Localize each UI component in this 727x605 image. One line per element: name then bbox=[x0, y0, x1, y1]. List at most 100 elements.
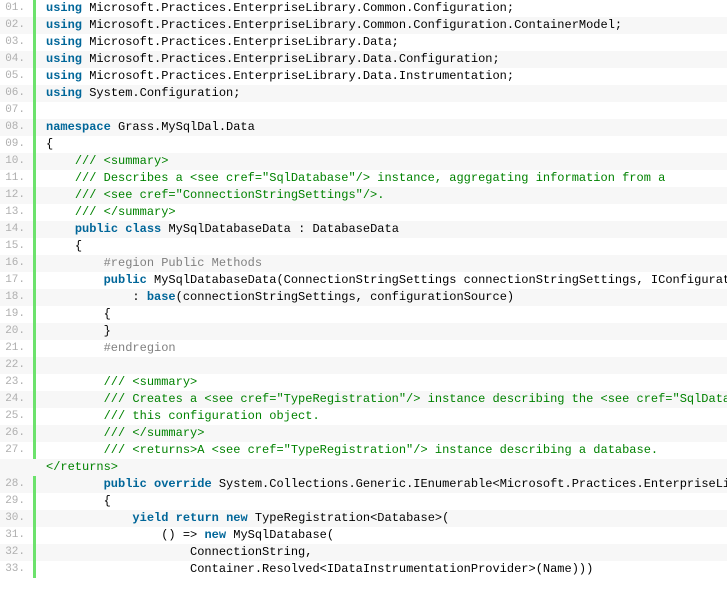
line-number: 30. bbox=[0, 510, 36, 527]
line-number: 17. bbox=[0, 272, 36, 289]
code-content[interactable]: public override System.Collections.Gener… bbox=[36, 476, 727, 493]
code-content[interactable]: </returns> bbox=[36, 459, 727, 476]
code-line: 31. () => new MySqlDatabase( bbox=[0, 527, 727, 544]
line-number: 18. bbox=[0, 289, 36, 306]
line-number: 13. bbox=[0, 204, 36, 221]
line-number: 04. bbox=[0, 51, 36, 68]
code-line: 15. { bbox=[0, 238, 727, 255]
code-line: </returns> bbox=[0, 459, 727, 476]
code-content[interactable]: using System.Configuration; bbox=[36, 85, 727, 102]
code-content[interactable]: { bbox=[36, 238, 727, 255]
code-line: 04.using Microsoft.Practices.EnterpriseL… bbox=[0, 51, 727, 68]
line-number: 31. bbox=[0, 527, 36, 544]
code-line: 20. } bbox=[0, 323, 727, 340]
code-content[interactable] bbox=[36, 102, 727, 119]
line-number: 10. bbox=[0, 153, 36, 170]
line-number: 12. bbox=[0, 187, 36, 204]
line-number: 07. bbox=[0, 102, 36, 119]
code-line: 24. /// Creates a <see cref="TypeRegistr… bbox=[0, 391, 727, 408]
line-number: 01. bbox=[0, 0, 36, 17]
code-content[interactable]: () => new MySqlDatabase( bbox=[36, 527, 727, 544]
code-line: 12. /// <see cref="ConnectionStringSetti… bbox=[0, 187, 727, 204]
code-line: 27. /// <returns>A <see cref="TypeRegist… bbox=[0, 442, 727, 459]
code-line: 02.using Microsoft.Practices.EnterpriseL… bbox=[0, 17, 727, 34]
line-number: 28. bbox=[0, 476, 36, 493]
line-number: 06. bbox=[0, 85, 36, 102]
code-content[interactable]: { bbox=[36, 493, 727, 510]
code-content[interactable]: { bbox=[36, 306, 727, 323]
line-number: 09. bbox=[0, 136, 36, 153]
line-number: 22. bbox=[0, 357, 36, 374]
code-line: 07. bbox=[0, 102, 727, 119]
code-line: 22. bbox=[0, 357, 727, 374]
line-number: 33. bbox=[0, 561, 36, 578]
code-content[interactable]: Container.Resolved<IDataInstrumentationP… bbox=[36, 561, 727, 578]
code-content[interactable]: /// Describes a <see cref="SqlDatabase"/… bbox=[36, 170, 727, 187]
code-block: 01.using Microsoft.Practices.EnterpriseL… bbox=[0, 0, 727, 578]
code-content[interactable]: /// this configuration object. bbox=[36, 408, 727, 425]
code-line: 17. public MySqlDatabaseData(ConnectionS… bbox=[0, 272, 727, 289]
code-content[interactable]: #endregion bbox=[36, 340, 727, 357]
code-line: 28. public override System.Collections.G… bbox=[0, 476, 727, 493]
code-content[interactable]: /// <see cref="ConnectionStringSettings"… bbox=[36, 187, 727, 204]
code-line: 25. /// this configuration object. bbox=[0, 408, 727, 425]
code-line: 29. { bbox=[0, 493, 727, 510]
code-line: 03.using Microsoft.Practices.EnterpriseL… bbox=[0, 34, 727, 51]
code-content[interactable]: /// Creates a <see cref="TypeRegistratio… bbox=[36, 391, 727, 408]
code-line: 10. /// <summary> bbox=[0, 153, 727, 170]
code-content[interactable] bbox=[36, 357, 727, 374]
line-number: 05. bbox=[0, 68, 36, 85]
line-number: 15. bbox=[0, 238, 36, 255]
line-number bbox=[0, 459, 36, 476]
line-number: 27. bbox=[0, 442, 36, 459]
code-content[interactable]: using Microsoft.Practices.EnterpriseLibr… bbox=[36, 0, 727, 17]
code-content[interactable]: using Microsoft.Practices.EnterpriseLibr… bbox=[36, 51, 727, 68]
code-content[interactable]: /// <returns>A <see cref="TypeRegistrati… bbox=[36, 442, 727, 459]
code-content[interactable]: using Microsoft.Practices.EnterpriseLibr… bbox=[36, 68, 727, 85]
line-number: 03. bbox=[0, 34, 36, 51]
code-line: 05.using Microsoft.Practices.EnterpriseL… bbox=[0, 68, 727, 85]
line-number: 23. bbox=[0, 374, 36, 391]
code-line: 13. /// </summary> bbox=[0, 204, 727, 221]
line-number: 08. bbox=[0, 119, 36, 136]
line-number: 29. bbox=[0, 493, 36, 510]
line-number: 24. bbox=[0, 391, 36, 408]
code-content[interactable]: /// </summary> bbox=[36, 204, 727, 221]
line-number: 25. bbox=[0, 408, 36, 425]
code-content[interactable]: public class MySqlDatabaseData : Databas… bbox=[36, 221, 727, 238]
code-line: 32. ConnectionString, bbox=[0, 544, 727, 561]
line-number: 02. bbox=[0, 17, 36, 34]
code-line: 09.{ bbox=[0, 136, 727, 153]
code-line: 08.namespace Grass.MySqlDal.Data bbox=[0, 119, 727, 136]
code-content[interactable]: { bbox=[36, 136, 727, 153]
line-number: 21. bbox=[0, 340, 36, 357]
code-line: 11. /// Describes a <see cref="SqlDataba… bbox=[0, 170, 727, 187]
code-content[interactable]: /// <summary> bbox=[36, 374, 727, 391]
code-line: 18. : base(connectionStringSettings, con… bbox=[0, 289, 727, 306]
code-content[interactable]: /// <summary> bbox=[36, 153, 727, 170]
code-line: 33. Container.Resolved<IDataInstrumentat… bbox=[0, 561, 727, 578]
code-line: 06.using System.Configuration; bbox=[0, 85, 727, 102]
code-content[interactable]: using Microsoft.Practices.EnterpriseLibr… bbox=[36, 34, 727, 51]
code-content[interactable]: public MySqlDatabaseData(ConnectionStrin… bbox=[36, 272, 727, 289]
line-number: 20. bbox=[0, 323, 36, 340]
code-content[interactable]: } bbox=[36, 323, 727, 340]
code-line: 14. public class MySqlDatabaseData : Dat… bbox=[0, 221, 727, 238]
code-content[interactable]: /// </summary> bbox=[36, 425, 727, 442]
line-number: 11. bbox=[0, 170, 36, 187]
code-line: 21. #endregion bbox=[0, 340, 727, 357]
code-content[interactable]: ConnectionString, bbox=[36, 544, 727, 561]
code-content[interactable]: namespace Grass.MySqlDal.Data bbox=[36, 119, 727, 136]
code-line: 26. /// </summary> bbox=[0, 425, 727, 442]
code-content[interactable]: using Microsoft.Practices.EnterpriseLibr… bbox=[36, 17, 727, 34]
code-line: 23. /// <summary> bbox=[0, 374, 727, 391]
line-number: 19. bbox=[0, 306, 36, 323]
code-content[interactable]: : base(connectionStringSettings, configu… bbox=[36, 289, 727, 306]
code-content[interactable]: yield return new TypeRegistration<Databa… bbox=[36, 510, 727, 527]
code-line: 30. yield return new TypeRegistration<Da… bbox=[0, 510, 727, 527]
code-line: 16. #region Public Methods bbox=[0, 255, 727, 272]
code-line: 19. { bbox=[0, 306, 727, 323]
line-number: 26. bbox=[0, 425, 36, 442]
line-number: 32. bbox=[0, 544, 36, 561]
code-content[interactable]: #region Public Methods bbox=[36, 255, 727, 272]
